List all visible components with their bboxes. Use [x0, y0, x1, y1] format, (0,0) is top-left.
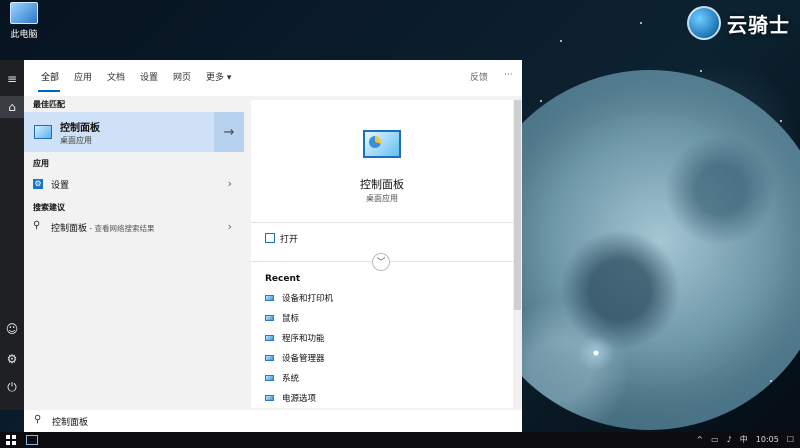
star — [540, 100, 542, 102]
control-panel-icon — [34, 125, 52, 139]
system-icon — [265, 375, 274, 381]
star — [770, 380, 772, 382]
detail-title: 控制面板 — [360, 178, 404, 191]
user-icon[interactable]: ☺ — [0, 318, 24, 340]
recent-item[interactable]: 设备和打印机 — [265, 292, 333, 304]
search-box[interactable]: ⚲ 控制面板 — [24, 410, 522, 432]
recent-item[interactable]: 鼠标 — [265, 312, 299, 324]
control-panel-icon — [265, 295, 274, 301]
web-search-suffix: - 查看网络搜索结果 — [87, 224, 155, 233]
list-item-label: 设置 — [51, 181, 70, 191]
home-icon[interactable]: ⌂ — [0, 96, 24, 118]
power-options-icon — [265, 395, 274, 401]
detail-pane: 控制面板 桌面应用 打开 ﹀ Recent 设备和打印机 鼠标 程序和功能 设备… — [251, 100, 513, 408]
watermark-logo: 云骑士 — [687, 6, 790, 40]
group-title-best-match: 最佳匹配 — [33, 100, 65, 109]
desktop-icon-label: 此电脑 — [10, 30, 38, 40]
results-list: 最佳匹配 控制面板 桌面应用 → 应用 ⚙ 设置 › 搜索建议 ⚲ 控制面板 -… — [24, 96, 244, 410]
group-title-apps: 应用 — [33, 159, 49, 168]
best-match-item[interactable]: 控制面板 桌面应用 → — [24, 112, 244, 152]
list-item-web-search[interactable]: ⚲ 控制面板 - 查看网络搜索结果 › — [24, 217, 244, 237]
tab-web[interactable]: 网页 — [173, 70, 191, 83]
hamburger-icon[interactable]: ≡ — [0, 68, 24, 90]
power-icon[interactable]: ⏻ — [0, 376, 24, 398]
system-tray: ^ ▭ ♪ 中 10:05 ☐ — [696, 434, 794, 445]
detail-type: 桌面应用 — [366, 194, 398, 203]
detail-scrollbar[interactable] — [513, 100, 522, 408]
gear-icon: ⚙ — [33, 179, 43, 189]
taskbar: ^ ▭ ♪ 中 10:05 ☐ — [0, 432, 800, 448]
chevron-up-icon[interactable]: ^ — [696, 435, 703, 444]
star — [640, 22, 642, 24]
scrollbar-thumb[interactable] — [514, 100, 521, 310]
knight-logo-icon — [687, 6, 721, 40]
start-left-rail: ≡ ⌂ ☺ ⚙ ⏻ — [0, 60, 24, 410]
chevron-right-icon: › — [227, 220, 232, 233]
tab-all[interactable]: 全部 — [41, 70, 59, 83]
chevron-right-icon: › — [227, 177, 232, 190]
ime-indicator[interactable]: 中 — [740, 434, 748, 445]
recent-item[interactable]: 程序和功能 — [265, 332, 325, 344]
recent-item[interactable]: 电源选项 — [265, 392, 316, 404]
web-search-term: 控制面板 — [51, 224, 88, 234]
mouse-icon — [265, 315, 274, 321]
taskbar-app-icon[interactable] — [26, 435, 38, 445]
expand-chevron-icon[interactable]: ﹀ — [372, 253, 390, 271]
recent-title: Recent — [265, 274, 301, 284]
search-tabs: 全部 应用 文档 设置 网页 更多 ▾ 反馈 ··· — [24, 60, 522, 96]
recent-item[interactable]: 系统 — [265, 372, 299, 384]
feedback-button[interactable]: 反馈 — [470, 70, 488, 83]
search-input[interactable]: 控制面板 — [52, 415, 88, 428]
tab-more[interactable]: 更多 ▾ — [206, 70, 231, 83]
volume-icon[interactable]: ♪ — [727, 435, 732, 444]
more-options-button[interactable]: ··· — [504, 70, 513, 80]
desktop-icon-this-pc[interactable]: 此电脑 — [4, 2, 44, 40]
arrow-right-icon[interactable]: → — [214, 112, 244, 152]
open-label: 打开 — [280, 235, 299, 245]
gear-icon[interactable]: ⚙ — [0, 348, 24, 370]
recent-item[interactable]: 设备管理器 — [265, 352, 325, 364]
search-icon: ⚲ — [33, 220, 41, 231]
windows-start-icon[interactable] — [6, 435, 16, 445]
tab-active-indicator — [38, 90, 60, 92]
pie-chart-icon — [369, 136, 381, 148]
tab-settings[interactable]: 设置 — [140, 70, 158, 83]
search-panel: 全部 应用 文档 设置 网页 更多 ▾ 反馈 ··· 最佳匹配 控制面板 桌面应… — [24, 60, 522, 410]
device-manager-icon — [265, 355, 274, 361]
best-match-title: 控制面板 — [60, 123, 100, 134]
computer-icon — [10, 2, 38, 24]
sparkle-decoration — [578, 335, 614, 371]
network-icon[interactable]: ▭ — [711, 435, 719, 444]
clock[interactable]: 10:05 — [756, 435, 779, 444]
star — [560, 40, 562, 42]
tab-documents[interactable]: 文档 — [107, 70, 125, 83]
best-match-subtitle: 桌面应用 — [60, 136, 92, 145]
star — [780, 120, 782, 122]
programs-icon — [265, 335, 274, 341]
control-panel-icon — [363, 130, 401, 158]
divider — [251, 222, 513, 223]
star — [700, 70, 702, 72]
group-title-web: 搜索建议 — [33, 203, 65, 212]
open-icon — [265, 233, 275, 243]
search-icon: ⚲ — [34, 414, 42, 425]
open-action[interactable]: 打开 — [265, 232, 298, 245]
list-item-settings[interactable]: ⚙ 设置 › — [24, 174, 244, 194]
tab-apps[interactable]: 应用 — [74, 70, 92, 83]
watermark-text: 云骑士 — [727, 12, 790, 37]
notification-icon[interactable]: ☐ — [787, 435, 794, 444]
